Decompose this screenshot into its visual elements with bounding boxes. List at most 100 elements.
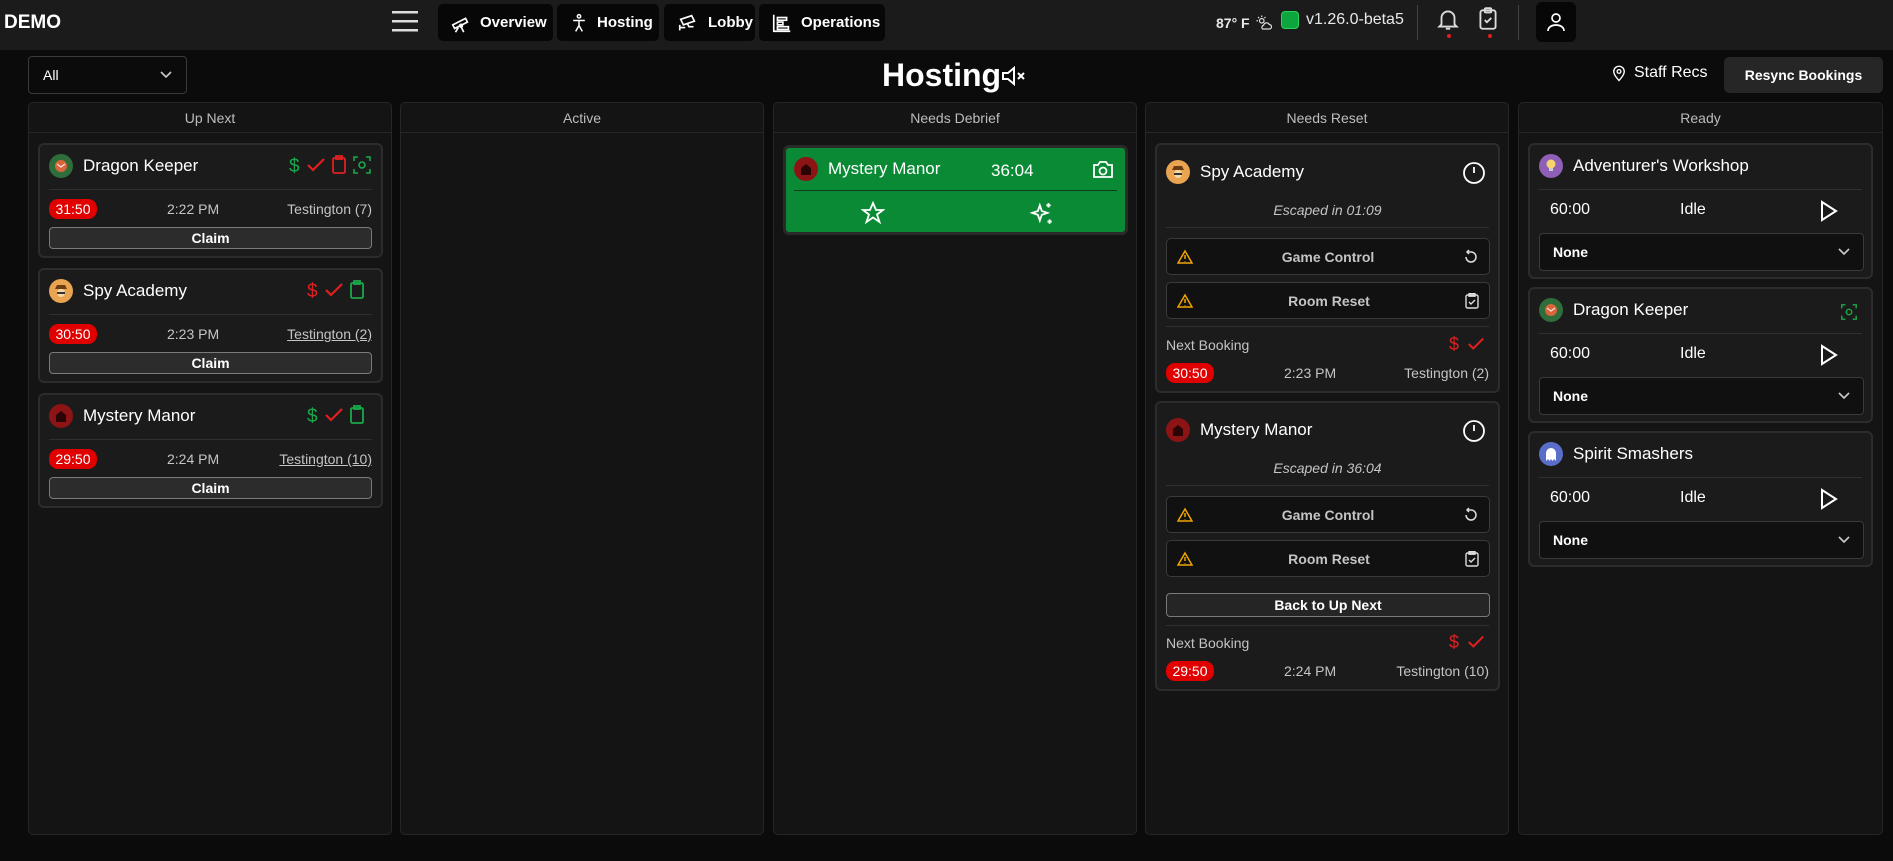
column-header: Up Next xyxy=(29,103,391,133)
booking-card-mystery-manor: Mystery Manor $ 29:50 2:24 PM Testington… xyxy=(38,393,383,508)
room-reset-button[interactable]: Room Reset xyxy=(1166,282,1490,319)
hint-select[interactable]: None xyxy=(1539,233,1864,271)
card-title: Spy Academy xyxy=(1166,160,1304,184)
ghost-avatar-icon xyxy=(1539,442,1563,466)
clipboard-check-icon[interactable] xyxy=(1475,6,1505,40)
timer-icon[interactable] xyxy=(1462,419,1486,443)
ready-card-adventurers-workshop: Adventurer's Workshop 60:00 Idle None xyxy=(1528,143,1873,279)
divider xyxy=(1166,326,1489,327)
warning-icon xyxy=(1177,507,1193,523)
nav-hosting[interactable]: Hosting xyxy=(557,4,659,41)
back-to-up-next-button[interactable]: Back to Up Next xyxy=(1166,593,1490,617)
divider xyxy=(1539,189,1862,190)
claim-button[interactable]: Claim xyxy=(49,227,372,249)
speaker-muted-icon[interactable] xyxy=(1000,64,1028,88)
room-name: Spy Academy xyxy=(1200,162,1304,181)
camera-icon[interactable] xyxy=(1091,158,1115,180)
room-reset-label: Room Reset xyxy=(1288,550,1370,567)
hint-select[interactable]: None xyxy=(1539,377,1864,415)
room-name: Mystery Manor xyxy=(1200,420,1313,439)
lightbulb-avatar-icon xyxy=(1539,154,1563,178)
game-state: Idle xyxy=(1680,489,1706,506)
room-name: Spy Academy xyxy=(83,281,187,300)
scan-face-icon xyxy=(352,155,372,175)
game-duration: 60:00 xyxy=(1550,345,1591,362)
claim-button[interactable]: Claim xyxy=(49,352,372,374)
chart-icon xyxy=(771,12,793,34)
dragon-avatar-icon xyxy=(49,154,73,178)
card-title: Dragon Keeper xyxy=(49,154,198,178)
staff-recs-link[interactable]: Staff Recs xyxy=(1610,63,1708,83)
room-reset-button[interactable]: Room Reset xyxy=(1166,540,1490,577)
booking-name: Testington (2) xyxy=(1404,365,1489,381)
column-up-next: Up Next Dragon Keeper $ 31:50 2:22 PM Te… xyxy=(28,102,392,835)
hamburger-menu-icon[interactable] xyxy=(390,9,422,35)
next-booking-label: Next Booking xyxy=(1166,635,1250,651)
temperature: 87° F xyxy=(1216,15,1250,31)
booking-name-link[interactable]: Testington (10) xyxy=(279,451,372,467)
play-icon[interactable] xyxy=(1816,343,1840,367)
divider xyxy=(1539,477,1862,478)
ready-card-spirit-smashers: Spirit Smashers 60:00 Idle None xyxy=(1528,431,1873,567)
time-remaining-badge: 29:50 xyxy=(1166,661,1214,681)
play-icon[interactable] xyxy=(1816,487,1840,511)
game-control-button[interactable]: Game Control xyxy=(1166,238,1490,275)
divider xyxy=(1539,333,1862,334)
nav-lobby[interactable]: Lobby xyxy=(664,4,755,41)
chevron-down-icon xyxy=(1838,536,1850,544)
booking-name-link[interactable]: Testington (2) xyxy=(287,326,372,342)
game-control-button[interactable]: Game Control xyxy=(1166,496,1490,533)
refresh-icon xyxy=(1463,248,1479,265)
divider xyxy=(49,314,372,315)
divider xyxy=(1166,227,1489,228)
checkmark-icon xyxy=(324,280,344,300)
room-name: Dragon Keeper xyxy=(83,156,199,175)
divider xyxy=(49,189,372,190)
time-remaining-badge: 31:50 xyxy=(49,199,97,219)
booking-time: 2:23 PM xyxy=(167,326,220,342)
clipboard-icon xyxy=(348,405,366,425)
nav-overview[interactable]: Overview xyxy=(438,4,553,41)
svg-text:$: $ xyxy=(307,281,318,301)
divider xyxy=(49,439,372,440)
status-icons: $ xyxy=(1447,334,1485,354)
nav-operations[interactable]: Operations xyxy=(759,4,885,41)
divider xyxy=(794,190,1117,191)
checkmark-icon xyxy=(1467,335,1485,353)
star-icon[interactable] xyxy=(861,201,885,225)
warning-icon xyxy=(1177,249,1193,265)
notification-bell-icon[interactable] xyxy=(1435,6,1465,40)
checkmark-icon xyxy=(1467,633,1485,651)
play-icon[interactable] xyxy=(1816,199,1840,223)
resync-bookings-button[interactable]: Resync Bookings xyxy=(1724,57,1883,93)
divider xyxy=(1518,5,1519,40)
sparkles-icon[interactable] xyxy=(1029,201,1055,227)
room-name: Spirit Smashers xyxy=(1573,444,1693,463)
time-remaining-badge: 30:50 xyxy=(49,324,97,344)
filter-value: All xyxy=(43,67,59,83)
card-title: Spirit Smashers xyxy=(1539,442,1693,466)
card-title: Mystery Manor xyxy=(794,157,940,181)
user-icon xyxy=(1544,10,1568,34)
card-title: Dragon Keeper xyxy=(1539,298,1688,322)
version-label: v1.26.0-beta5 xyxy=(1306,11,1404,28)
divider xyxy=(1166,485,1489,486)
room-name: Mystery Manor xyxy=(83,406,196,425)
filter-select[interactable]: All xyxy=(28,56,187,94)
game-control-label: Game Control xyxy=(1281,506,1375,523)
person-icon xyxy=(569,12,589,34)
timer-icon[interactable] xyxy=(1462,161,1486,185)
version-status: v1.26.0-beta5 xyxy=(1281,11,1404,29)
user-button[interactable] xyxy=(1536,2,1576,42)
clipboard-check-icon xyxy=(1465,292,1479,309)
hint-select[interactable]: None xyxy=(1539,521,1864,559)
brand-logo[interactable]: DEMO xyxy=(4,12,61,34)
divider xyxy=(1417,5,1418,40)
warning-icon xyxy=(1177,293,1193,309)
game-state: Idle xyxy=(1680,345,1706,362)
debrief-card-mystery-manor[interactable]: Mystery Manor 36:04 xyxy=(783,145,1128,235)
status-icons: $ xyxy=(286,154,372,176)
notification-dot xyxy=(1447,34,1451,38)
claim-button[interactable]: Claim xyxy=(49,477,372,499)
game-duration: 60:00 xyxy=(1550,489,1591,506)
